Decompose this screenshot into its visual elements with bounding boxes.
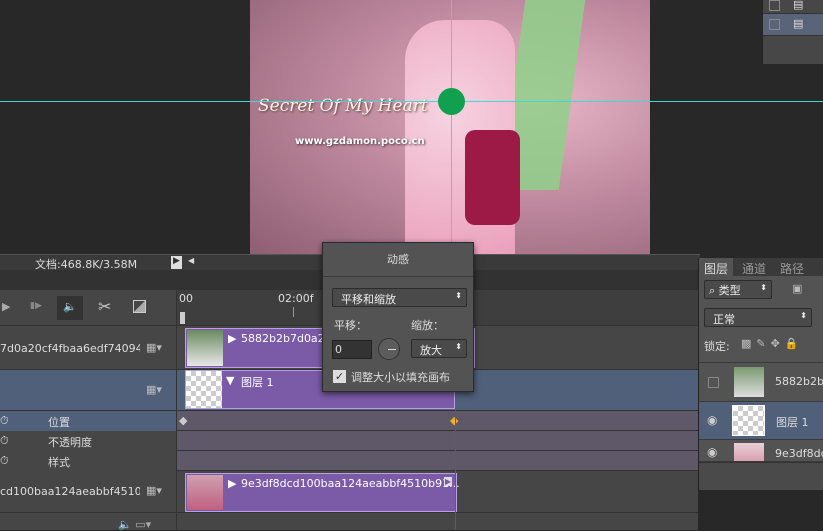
history-panel: ▤ ▤ [762,0,823,64]
clip-expand-icon[interactable]: ▶ [228,477,236,490]
guide-vertical[interactable] [451,0,452,254]
transition-menu-icon[interactable]: ▶ [444,477,453,486]
document-icon: ▤ [793,0,804,11]
angle-dial[interactable] [378,338,400,360]
clip-expand-icon[interactable]: ▶ [228,332,236,345]
pan-angle-input[interactable]: 0 [332,340,372,359]
audio-track-icons[interactable]: 🔈 ▭▾ [118,518,151,531]
layer-name: 5882b2b7 [775,375,823,388]
search-icon: ⌕ [709,284,719,297]
resize-checkbox[interactable]: ✓ [333,370,346,383]
guide-horizontal[interactable] [0,101,823,102]
dialog-title: 动感 [387,253,409,266]
play-icon[interactable]: ▶ [2,300,10,313]
history-row-selected[interactable]: ▤ [763,14,823,36]
scissors-icon[interactable]: ✂ [98,297,111,316]
property-name: 位置 [48,416,70,429]
canvas-script-text: Secret Of My Heart [258,96,428,116]
pan-target-marker[interactable] [438,88,465,115]
eye-icon[interactable]: ◉ [707,413,717,427]
document-icon: ▤ [793,17,804,30]
work-area-start-handle[interactable] [180,312,185,324]
clip[interactable]: ▶ 9e3df8dcd100baa124aeabbf4510b91... ▶ [185,473,460,512]
eye-icon[interactable]: ◉ [707,445,717,459]
property-row-position[interactable]: ⏱ 位置 ◆ ◆ [0,411,698,431]
zoom-label: 缩放： [411,319,444,332]
stopwatch-icon[interactable]: ⏱ [0,434,9,448]
layer-row[interactable]: 5882b2b7 [699,362,823,402]
zoom-select[interactable]: 放大 ⬍ [411,339,467,358]
property-name: 样式 [48,456,70,469]
layers-scrollbar[interactable] [699,462,823,490]
layer-thumbnail [734,443,764,461]
tab-channels[interactable]: 通道 [737,258,771,276]
property-name: 不透明度 [48,436,92,449]
track-name: cd100baa124aeabbf4510b... [0,485,140,498]
film-menu-icon[interactable]: ▦▾ [146,383,162,396]
scroll-left-icon[interactable]: ◀ [188,256,194,265]
clip-name: 9e3df8dcd100baa124aeabbf4510b91... [241,477,460,490]
layer-row-selected[interactable]: ◉ 图层 1 [699,402,823,440]
audio-mute-button[interactable]: 🔈 [57,296,83,320]
tab-paths[interactable]: 路径 [775,258,809,276]
layer-thumbnail [734,367,764,397]
image-filter-icon[interactable]: ▣ [792,282,802,295]
preset-select[interactable]: 平移和缩放 ⬍ [332,288,467,307]
pan-label: 平移： [334,319,367,332]
lock-label: 锁定: [704,340,730,353]
layer-thumbnail [732,405,765,436]
layers-panel: 图层 通道 路径 ⌕ 类型⬍ ▣ 正常⬍ 锁定: ▩✎✥🔒 5882b2b7 ◉… [698,258,823,490]
stopwatch-icon[interactable]: ⏱ [0,414,9,428]
clip-thumbnail [187,330,223,366]
keyframe[interactable]: ◆ [179,414,187,427]
document-canvas[interactable]: Secret Of My Heart www.gzdamon.poco.cn [250,0,650,254]
film-menu-icon[interactable]: ▦▾ [146,341,162,354]
layer-name: 图层 1 [776,416,809,429]
motion-dialog: 动感 平移和缩放 ⬍ 平移： 缩放： 0 放大 ⬍ ✓ 调整大小以填充画布 [322,242,474,392]
next-frame-icon[interactable]: ▮▶ [30,301,42,311]
stopwatch-icon[interactable]: ⏱ [0,454,9,468]
layer-name: 9e3df8dc [775,447,823,460]
clip-thumbnail [187,475,223,510]
blend-mode-select[interactable]: 正常 ⬍ [704,308,812,327]
history-row[interactable]: ▤ [763,0,823,14]
lock-icons[interactable]: ▩✎✥🔒 [741,337,804,350]
layer-row[interactable]: ◉ 9e3df8dc [699,440,823,462]
canvas-url-text: www.gzdamon.poco.cn [295,136,425,147]
clip-name: 5882b2b7d0a20 [241,332,332,345]
track-name: 7d0a20cf4fbaa6edf74094... [0,342,140,355]
filter-kind-select[interactable]: ⌕ 类型 ⬍ [704,280,772,299]
property-row-style[interactable]: ⏱ 样式 [0,451,698,471]
status-menu-button[interactable]: ▶ [171,256,182,269]
clip-collapse-icon[interactable]: ▼ [226,374,234,387]
transition-icon[interactable] [133,300,146,313]
film-menu-icon[interactable]: ▦▾ [146,484,162,497]
clip-thumbnail [186,371,222,408]
tab-layers[interactable]: 图层 [699,258,734,276]
ruler-label-mark: 02:00f [278,292,314,305]
ruler-label-start: 00 [179,292,193,305]
canvas-obi [465,130,520,225]
resize-label: 调整大小以填充画布 [351,371,450,384]
property-row-opacity[interactable]: ⏱ 不透明度 [0,431,698,451]
clip-name: 图层 1 [241,376,274,389]
visibility-toggle[interactable] [708,377,719,388]
